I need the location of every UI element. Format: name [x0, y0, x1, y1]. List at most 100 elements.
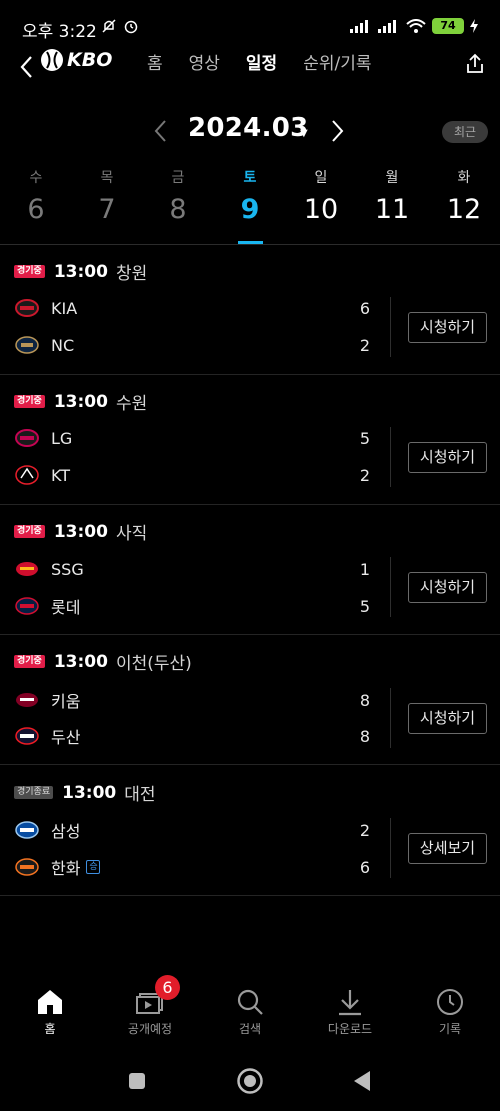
game-card[interactable]: 경기중 13:00 이천(두산) 키움 두산 8 8 시청하기 [0, 635, 500, 765]
watch-button[interactable]: 시청하기 [408, 572, 487, 603]
home-icon [38, 990, 62, 1014]
team-row: LG [15, 426, 72, 450]
day-of-week: 목 [100, 170, 114, 186]
back-icon[interactable] [17, 52, 39, 82]
game-stadium: 창원 [115, 264, 148, 284]
team-row: 키움 [15, 688, 80, 712]
bottom-nav-download[interactable]: 다운로드 [300, 978, 400, 1037]
team-row: 삼성 [15, 818, 80, 842]
day-wed[interactable]: 수6 [6, 165, 66, 225]
nav-tabs: 홈 영상 일정 순위/기록 [147, 49, 398, 74]
divider [390, 557, 391, 617]
recent-button[interactable]: 최근 [442, 121, 488, 143]
recents-icon[interactable] [127, 1071, 147, 1091]
day-number: 10 [303, 194, 339, 225]
tab-video[interactable]: 영상 [189, 49, 220, 74]
team-row: 롯데 [15, 594, 80, 618]
watch-button[interactable]: 시청하기 [408, 703, 487, 734]
divider [390, 818, 391, 878]
team-score: 8 [359, 727, 371, 746]
top-nav: KBO 홈 영상 일정 순위/기록 [0, 42, 500, 88]
divider [390, 427, 391, 487]
mute-icon [102, 19, 116, 33]
game-header: 경기중 13:00 수원 [14, 389, 147, 414]
team-score: 5 [359, 597, 371, 616]
watch-button[interactable]: 시청하기 [408, 312, 487, 343]
bottom-nav-label: 검색 [238, 1022, 262, 1036]
team-score: 2 [359, 336, 371, 355]
game-time: 13:00 [62, 782, 117, 803]
team-row: 두산 [15, 724, 80, 748]
team-score: 5 [359, 429, 371, 448]
download-icon [339, 990, 361, 1016]
game-header: 경기중 13:00 이천(두산) [14, 649, 192, 674]
team-row: KT [15, 463, 70, 487]
game-card[interactable]: 경기중 13:00 창원 KIA NC 6 2 시청하기 [0, 245, 500, 375]
day-sat-selected[interactable]: 토9 [220, 165, 280, 225]
kt-logo-icon [15, 465, 39, 485]
samsung-logo-icon [15, 821, 39, 839]
day-tue[interactable]: 화 12 [434, 165, 494, 225]
game-card[interactable]: 경기중 13:00 수원 LG KT 5 2 시청하기 [0, 375, 500, 505]
week-strip: 수6 목7 금8 토9 일 10 월 11 화 12 [0, 165, 500, 245]
status-badge: 경기중 [14, 265, 45, 278]
divider [390, 688, 391, 748]
kbo-logo[interactable]: KBO [40, 48, 112, 72]
team-name: 삼성 [51, 822, 81, 841]
game-time: 13:00 [53, 521, 108, 542]
kia-logo-icon [15, 299, 39, 317]
day-thu[interactable]: 목7 [77, 165, 137, 225]
kiwoom-logo-icon [16, 693, 38, 707]
bottom-nav-label: 홈 [44, 1022, 56, 1036]
alarm-icon [124, 20, 138, 34]
game-stadium: 사직 [115, 524, 148, 544]
history-icon [437, 989, 463, 1015]
day-number: 7 [98, 194, 116, 225]
details-button[interactable]: 상세보기 [408, 833, 487, 864]
game-header: 경기중 13:00 사직 [14, 519, 147, 544]
signal-icon-2 [378, 20, 396, 33]
bottom-nav: 홈 공개예정 6 검색 다운로드 기록 [0, 975, 500, 1048]
team-name: 롯데 [51, 598, 81, 617]
bottom-nav-history[interactable]: 기록 [400, 978, 500, 1037]
tab-home[interactable]: 홈 [147, 49, 163, 74]
day-of-week: 일 [314, 170, 328, 186]
bottom-nav-label: 기록 [438, 1022, 462, 1036]
status-icons-left [101, 18, 139, 34]
day-of-week: 수 [29, 170, 43, 186]
day-of-week: 토 [243, 170, 257, 186]
prev-month-icon[interactable] [150, 116, 172, 146]
team-name: KT [51, 465, 71, 485]
status-icons-right: 74 [350, 18, 478, 34]
home-circle-icon[interactable] [236, 1067, 264, 1095]
bottom-nav-search[interactable]: 검색 [200, 978, 300, 1037]
notification-badge: 6 [155, 975, 180, 1000]
team-row: KIA [15, 296, 77, 320]
game-time: 13:00 [53, 261, 108, 282]
game-time: 13:00 [53, 651, 108, 672]
game-time: 13:00 [53, 391, 108, 412]
month-selector: 2024.03 ▼ 최근 [0, 108, 500, 154]
day-mon[interactable]: 월 11 [362, 165, 422, 225]
day-fri[interactable]: 금8 [148, 165, 208, 225]
game-card[interactable]: 경기종료 13:00 대전 삼성 한화 승 2 6 상세보기 [0, 766, 500, 896]
watch-button[interactable]: 시청하기 [408, 442, 487, 473]
day-number: 12 [446, 194, 482, 225]
game-card[interactable]: 경기중 13:00 사직 SSG 롯데 1 5 시청하기 [0, 505, 500, 635]
share-icon[interactable] [464, 52, 486, 76]
day-number: 8 [169, 194, 187, 225]
game-header: 경기종료 13:00 대전 [14, 780, 156, 805]
bottom-nav-home[interactable]: 홈 [0, 978, 100, 1037]
status-time: 오후 3:22 [22, 22, 97, 42]
doosan-logo-icon [15, 727, 39, 745]
bottom-nav-upcoming[interactable]: 공개예정 [100, 978, 200, 1037]
status-badge: 경기중 [14, 525, 45, 538]
caret-down-icon[interactable]: ▼ [300, 128, 308, 139]
tab-standings[interactable]: 순위/기록 [303, 49, 371, 74]
team-name: 키움 [51, 692, 81, 711]
next-month-icon[interactable] [326, 116, 348, 146]
day-sun[interactable]: 일 10 [291, 165, 351, 225]
month-label[interactable]: 2024.03 [188, 113, 309, 143]
back-triangle-icon[interactable] [352, 1070, 372, 1092]
tab-schedule[interactable]: 일정 [246, 49, 277, 74]
